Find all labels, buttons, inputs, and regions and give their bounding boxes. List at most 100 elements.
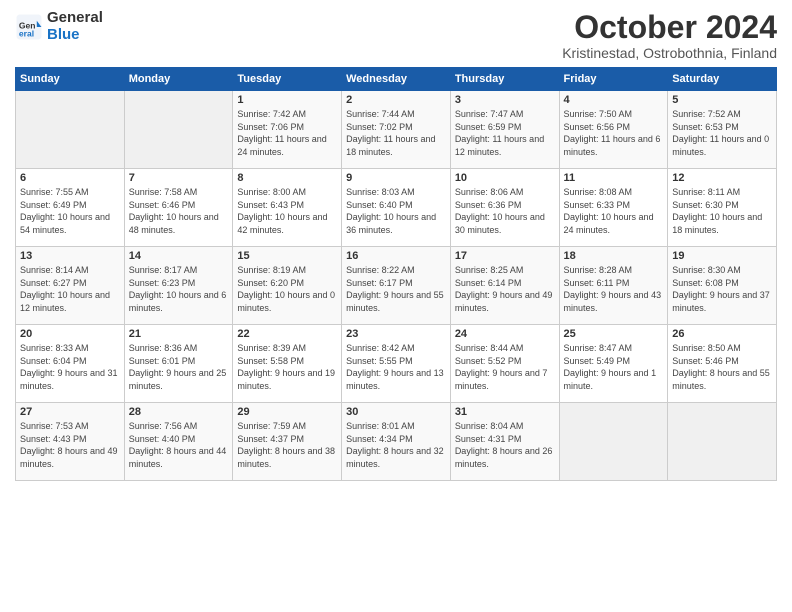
sunrise-text: Sunrise: 7:58 AM (129, 186, 229, 199)
day-detail: Sunrise: 7:58 AMSunset: 6:46 PMDaylight:… (129, 186, 229, 236)
day-number: 26 (672, 328, 772, 340)
day-number: 22 (237, 328, 337, 340)
calendar-week-2: 6 Sunrise: 7:55 AMSunset: 6:49 PMDaylight… (16, 169, 777, 247)
sunset-text: Sunset: 4:43 PM (20, 433, 120, 446)
sunrise-text: Sunrise: 7:52 AM (672, 108, 772, 121)
sunset-text: Sunset: 6:43 PM (237, 199, 337, 212)
day-detail: Sunrise: 7:47 AMSunset: 6:59 PMDaylight:… (455, 108, 555, 158)
daylight-text: Daylight: 11 hours and 24 minutes. (237, 133, 337, 158)
day-detail: Sunrise: 7:56 AMSunset: 4:40 PMDaylight:… (129, 420, 229, 470)
calendar-cell (668, 403, 777, 481)
day-detail: Sunrise: 8:08 AMSunset: 6:33 PMDaylight:… (564, 186, 664, 236)
calendar-cell: 1 Sunrise: 7:42 AMSunset: 7:06 PMDaylight… (233, 91, 342, 169)
calendar-cell: 2 Sunrise: 7:44 AMSunset: 7:02 PMDaylight… (342, 91, 451, 169)
day-number: 13 (20, 250, 120, 262)
sunset-text: Sunset: 6:11 PM (564, 277, 664, 290)
day-detail: Sunrise: 8:44 AMSunset: 5:52 PMDaylight:… (455, 342, 555, 392)
sunrise-text: Sunrise: 7:59 AM (237, 420, 337, 433)
day-number: 6 (20, 172, 120, 184)
day-number: 16 (346, 250, 446, 262)
day-detail: Sunrise: 8:04 AMSunset: 4:31 PMDaylight:… (455, 420, 555, 470)
day-detail: Sunrise: 7:55 AMSunset: 6:49 PMDaylight:… (20, 186, 120, 236)
sunset-text: Sunset: 5:49 PM (564, 355, 664, 368)
daylight-text: Daylight: 8 hours and 49 minutes. (20, 445, 120, 470)
sunset-text: Sunset: 6:17 PM (346, 277, 446, 290)
calendar-cell: 26Sunrise: 8:50 AMSunset: 5:46 PMDayligh… (668, 325, 777, 403)
day-number: 24 (455, 328, 555, 340)
sunset-text: Sunset: 4:40 PM (129, 433, 229, 446)
sunrise-text: Sunrise: 8:17 AM (129, 264, 229, 277)
daylight-text: Daylight: 8 hours and 32 minutes. (346, 445, 446, 470)
sunrise-text: Sunrise: 8:11 AM (672, 186, 772, 199)
day-number: 18 (564, 250, 664, 262)
col-tuesday: Tuesday (233, 68, 342, 91)
daylight-text: Daylight: 10 hours and 30 minutes. (455, 211, 555, 236)
calendar-week-4: 20Sunrise: 8:33 AMSunset: 6:04 PMDayligh… (16, 325, 777, 403)
sunrise-text: Sunrise: 8:06 AM (455, 186, 555, 199)
daylight-text: Daylight: 10 hours and 18 minutes. (672, 211, 772, 236)
sunrise-text: Sunrise: 7:47 AM (455, 108, 555, 121)
day-number: 2 (346, 94, 446, 106)
col-monday: Monday (124, 68, 233, 91)
daylight-text: Daylight: 8 hours and 38 minutes. (237, 445, 337, 470)
header-row: Sunday Monday Tuesday Wednesday Thursday… (16, 68, 777, 91)
logo-blue: Blue (47, 26, 80, 43)
day-number: 12 (672, 172, 772, 184)
day-detail: Sunrise: 8:06 AMSunset: 6:36 PMDaylight:… (455, 186, 555, 236)
calendar-cell: 18Sunrise: 8:28 AMSunset: 6:11 PMDayligh… (559, 247, 668, 325)
sunrise-text: Sunrise: 8:01 AM (346, 420, 446, 433)
daylight-text: Daylight: 11 hours and 12 minutes. (455, 133, 555, 158)
daylight-text: Daylight: 11 hours and 6 minutes. (564, 133, 664, 158)
sunrise-text: Sunrise: 8:14 AM (20, 264, 120, 277)
page-header: Gen eral General Blue October 2024 Krist… (15, 10, 777, 61)
calendar-week-1: 1 Sunrise: 7:42 AMSunset: 7:06 PMDaylight… (16, 91, 777, 169)
sunrise-text: Sunrise: 8:42 AM (346, 342, 446, 355)
day-number: 19 (672, 250, 772, 262)
sunrise-text: Sunrise: 8:50 AM (672, 342, 772, 355)
day-detail: Sunrise: 7:42 AMSunset: 7:06 PMDaylight:… (237, 108, 337, 158)
sunset-text: Sunset: 6:33 PM (564, 199, 664, 212)
calendar-cell (559, 403, 668, 481)
daylight-text: Daylight: 9 hours and 19 minutes. (237, 367, 337, 392)
day-number: 21 (129, 328, 229, 340)
day-detail: Sunrise: 8:03 AMSunset: 6:40 PMDaylight:… (346, 186, 446, 236)
daylight-text: Daylight: 9 hours and 43 minutes. (564, 289, 664, 314)
sunrise-text: Sunrise: 8:04 AM (455, 420, 555, 433)
day-number: 29 (237, 406, 337, 418)
calendar-cell (124, 91, 233, 169)
location: Kristinestad, Ostrobothnia, Finland (562, 45, 777, 61)
sunrise-text: Sunrise: 8:30 AM (672, 264, 772, 277)
calendar-cell: 19Sunrise: 8:30 AMSunset: 6:08 PMDayligh… (668, 247, 777, 325)
col-friday: Friday (559, 68, 668, 91)
sunset-text: Sunset: 6:36 PM (455, 199, 555, 212)
day-number: 1 (237, 94, 337, 106)
calendar-cell: 9 Sunrise: 8:03 AMSunset: 6:40 PMDaylight… (342, 169, 451, 247)
sunrise-text: Sunrise: 7:56 AM (129, 420, 229, 433)
daylight-text: Daylight: 10 hours and 6 minutes. (129, 289, 229, 314)
day-detail: Sunrise: 7:53 AMSunset: 4:43 PMDaylight:… (20, 420, 120, 470)
sunset-text: Sunset: 6:56 PM (564, 121, 664, 134)
calendar-cell: 8Sunrise: 8:00 AMSunset: 6:43 PMDaylight… (233, 169, 342, 247)
day-number: 9 (346, 172, 446, 184)
sunset-text: Sunset: 6:01 PM (129, 355, 229, 368)
daylight-text: Daylight: 9 hours and 37 minutes. (672, 289, 772, 314)
sunrise-text: Sunrise: 8:03 AM (346, 186, 446, 199)
sunrise-text: Sunrise: 8:36 AM (129, 342, 229, 355)
calendar-cell: 20Sunrise: 8:33 AMSunset: 6:04 PMDayligh… (16, 325, 125, 403)
day-detail: Sunrise: 7:44 AMSunset: 7:02 PMDaylight:… (346, 108, 446, 158)
daylight-text: Daylight: 9 hours and 49 minutes. (455, 289, 555, 314)
calendar-cell: 21Sunrise: 8:36 AMSunset: 6:01 PMDayligh… (124, 325, 233, 403)
daylight-text: Daylight: 8 hours and 44 minutes. (129, 445, 229, 470)
calendar-cell: 11Sunrise: 8:08 AMSunset: 6:33 PMDayligh… (559, 169, 668, 247)
day-number: 27 (20, 406, 120, 418)
calendar-cell: 31Sunrise: 8:04 AMSunset: 4:31 PMDayligh… (450, 403, 559, 481)
calendar-cell (16, 91, 125, 169)
daylight-text: Daylight: 10 hours and 36 minutes. (346, 211, 446, 236)
calendar-table: Sunday Monday Tuesday Wednesday Thursday… (15, 67, 777, 481)
sunset-text: Sunset: 5:52 PM (455, 355, 555, 368)
sunrise-text: Sunrise: 8:33 AM (20, 342, 120, 355)
sunset-text: Sunset: 6:04 PM (20, 355, 120, 368)
sunset-text: Sunset: 4:34 PM (346, 433, 446, 446)
month-title: October 2024 (562, 10, 777, 45)
calendar-cell: 4Sunrise: 7:50 AMSunset: 6:56 PMDaylight… (559, 91, 668, 169)
